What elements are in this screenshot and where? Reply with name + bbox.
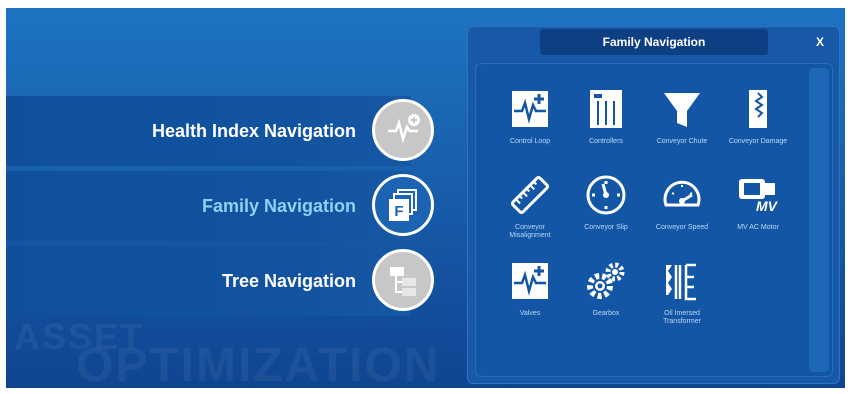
panel-title: Family Navigation [540,29,768,55]
controllers-icon [581,84,631,134]
conveyor-slip-icon [581,170,631,220]
family-navigation-panel: Family Navigation X Control Loop Control… [467,26,840,384]
tile-gearbox[interactable]: Gearbox [570,256,642,318]
nav-health-index[interactable]: Health Index Navigation [6,96,411,166]
scrollbar[interactable] [809,68,829,372]
close-button[interactable]: X [809,29,831,55]
app-stage: ASSET OPTIMIZATION Health Index Navigati… [6,8,845,388]
tree-icon[interactable] [372,249,434,311]
valves-icon [505,256,555,306]
tile-conveyor-speed[interactable]: Conveyor Speed [646,170,718,232]
nav-family[interactable]: Family Navigation [6,171,411,241]
gearbox-icon [581,256,631,306]
tile-label: Conveyor Misalignment [509,224,551,239]
nav-health-index-label: Health Index Navigation [151,121,356,141]
conveyor-damage-icon [733,84,783,134]
tile-label: Conveyor Slip [584,224,628,231]
tile-controllers[interactable]: Controllers [570,84,642,146]
tile-conveyor-damage[interactable]: Conveyor Damage [722,84,794,146]
nav-tree[interactable]: Tree Navigation [6,246,411,316]
control-loop-icon [505,84,555,134]
family-grid: Control Loop Controllers Conveyor Chute … [475,63,833,377]
tile-oil-imersed-transformer[interactable]: Oil Imersed Transformer [646,256,718,326]
tile-label: Controllers [589,138,623,145]
tile-conveyor-slip[interactable]: Conveyor Slip [570,170,642,232]
conveyor-chute-icon [657,84,707,134]
tile-label: Oil Imersed Transformer [663,310,701,325]
tile-label: Conveyor Speed [655,224,709,231]
watermark-optimization: OPTIMIZATION [76,339,441,388]
tile-valves[interactable]: Valves [494,256,566,318]
tile-control-loop[interactable]: Control Loop [494,84,566,146]
tile-label: MV AC Motor [737,224,779,231]
conveyor-misalignment-icon [505,170,555,220]
mv-badge: MV [756,198,777,214]
tile-mv-ac-motor[interactable]: MV MV AC Motor [722,170,794,232]
transformer-icon [657,256,707,306]
tile-label: Valves [519,310,541,317]
conveyor-speed-icon [657,170,707,220]
svg-text:F: F [394,203,403,220]
family-icon[interactable]: F [372,174,434,236]
tile-label: Conveyor Damage [728,138,788,145]
nav-tree-label: Tree Navigation [221,271,356,291]
tile-conveyor-chute[interactable]: Conveyor Chute [646,84,718,146]
nav-family-label: Family Navigation [201,196,356,216]
tile-label: Conveyor Chute [656,138,708,145]
health-index-icon[interactable] [372,99,434,161]
tile-conveyor-misalignment[interactable]: Conveyor Misalignment [494,170,566,240]
tile-label: Control Loop [509,138,551,145]
tile-label: Gearbox [592,310,620,317]
